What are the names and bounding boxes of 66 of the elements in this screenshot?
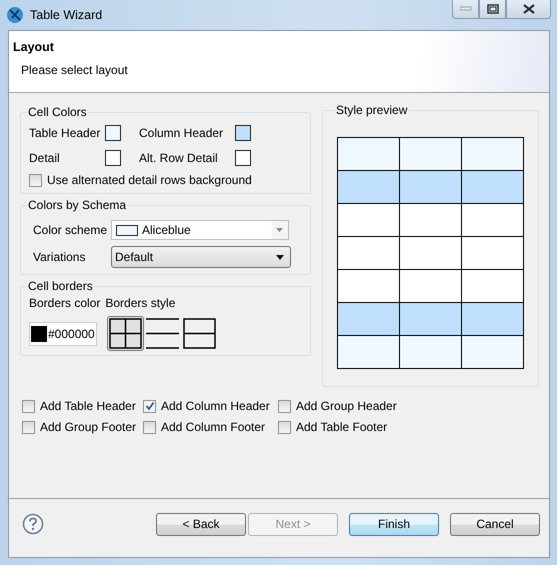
preview-cell: [462, 171, 524, 204]
swatch-label: Column Header: [139, 126, 224, 140]
border-color-button[interactable]: #000000: [29, 322, 97, 346]
swatch-label: Alt. Row Detail: [139, 151, 219, 165]
window-title: Table Wizard: [30, 8, 102, 22]
color-scheme-dropdown[interactable]: Aliceblue: [111, 220, 289, 240]
border-style-icon: [108, 318, 142, 349]
group-title: Style preview: [335, 103, 408, 117]
preview-cell: [462, 270, 524, 303]
color-swatch[interactable]: [235, 150, 251, 166]
checkbox[interactable]: [22, 400, 35, 412]
dropdown-arrow-icon: [276, 254, 285, 260]
preview-cell: [462, 303, 524, 336]
dialog-button[interactable]: Finish: [349, 512, 439, 536]
preview-cell: [462, 204, 524, 237]
dropdown-arrow-icon: [276, 228, 284, 232]
checkbox[interactable]: [143, 400, 156, 412]
color-swatch[interactable]: [105, 125, 121, 141]
dialog-button[interactable]: < Back: [156, 512, 246, 536]
swatch-label: Detail: [29, 151, 61, 165]
preview-cell: [462, 237, 524, 270]
swatch-label: Table Header: [29, 126, 102, 140]
group-title: Cell Colors: [27, 105, 88, 119]
checkbox[interactable]: [22, 420, 35, 434]
preview-cell: [400, 237, 462, 270]
maximize-button[interactable]: [479, 0, 506, 19]
field-label: Color scheme: [33, 223, 108, 237]
preview-cell: [400, 171, 462, 204]
close-icon: [522, 4, 534, 14]
checkbox-label: Use alternated detail rows background: [47, 173, 252, 187]
checkbox-label: Add Group Header: [296, 399, 397, 413]
field-label: Borders style: [105, 296, 176, 310]
color-swatch[interactable]: [105, 150, 121, 166]
maximize-icon: [486, 4, 498, 14]
group-title: Cell borders: [27, 279, 94, 293]
checkbox[interactable]: [143, 420, 156, 434]
minimize-icon: [460, 6, 472, 12]
checkbox-label: Add Group Footer: [40, 420, 136, 434]
preview-cell: [400, 270, 462, 303]
checkbox-label: Add Table Header: [40, 399, 136, 413]
border-style-option[interactable]: [180, 316, 218, 351]
checkbox[interactable]: [278, 420, 291, 434]
preview-cell: [462, 336, 524, 369]
preview-cell: [400, 336, 462, 369]
checkbox[interactable]: [29, 174, 42, 186]
preview-cell: [400, 204, 462, 237]
border-style-option[interactable]: [106, 316, 144, 351]
checkbox[interactable]: [278, 400, 291, 412]
variations-dropdown[interactable]: Default: [111, 246, 291, 268]
checkbox-label: Add Column Footer: [161, 420, 266, 434]
preview-cell: [400, 303, 462, 336]
border-style-option[interactable]: [144, 316, 181, 351]
page-description: Please select layout: [21, 63, 129, 77]
page-title: Layout: [13, 40, 55, 54]
checkbox-label: Add Column Header: [161, 399, 270, 413]
color-swatch[interactable]: [235, 125, 251, 141]
help-icon[interactable]: [22, 513, 44, 535]
border-style-icon: [146, 318, 179, 349]
border-style-icon: [182, 318, 216, 349]
wizard-icon: [6, 6, 24, 24]
group-title: Colors by Schema: [27, 198, 128, 212]
field-label: Borders color: [29, 296, 100, 310]
close-button[interactable]: [506, 0, 551, 19]
checkbox-label: Add Table Footer: [296, 420, 388, 434]
dialog-button[interactable]: Cancel: [450, 512, 540, 536]
field-label: Variations: [33, 250, 86, 264]
